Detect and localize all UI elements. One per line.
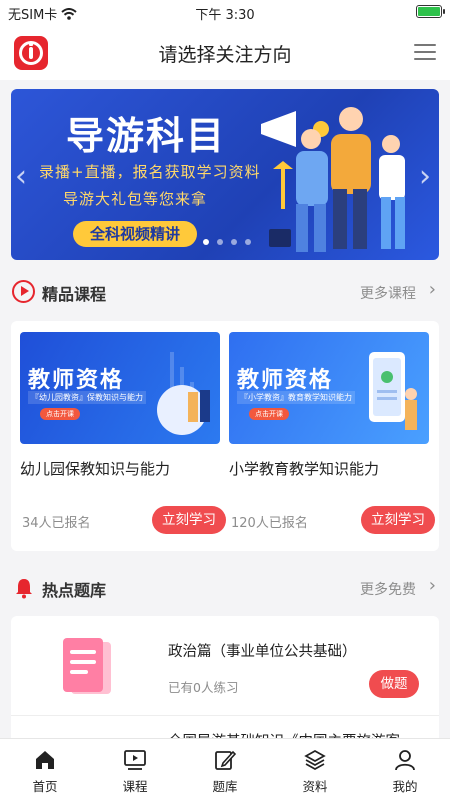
hot-quiz-list: 政治篇（事业单位公共基础） 已有0人练习 做题 全国导游基础知识《中国主要旅游客 [11,616,439,746]
chevron-right-icon[interactable]: › [429,279,436,300]
course-item[interactable]: 教师资格 『小学教资』教育教学知识能力 点击开课 小学教育教学知识能力 120人… [229,332,435,534]
tab-question-bank[interactable]: 题库 [180,739,270,800]
banner-line-2: 导游大礼包等您来拿 [63,190,208,208]
document-icon [63,638,111,694]
user-icon [395,750,415,771]
page-title[interactable]: 请选择关注方向 [0,40,450,67]
tab-materials[interactable]: 资料 [270,739,360,800]
do-quiz-button[interactable]: 做题 [369,670,419,698]
featured-courses-card: 教师资格 『幼儿园教资』保教知识与能力 点击开课 幼儿园保教知识与能力 34人已… [11,321,439,551]
enrolled-count: 34人已报名 [22,516,91,531]
home-icon [36,751,54,769]
video-icon [124,750,146,770]
chevron-right-icon[interactable]: › [429,575,436,596]
quiz-title[interactable]: 政治篇（事业单位公共基础） [168,640,357,661]
course-thumb-tag: 『小学教资』教育教学知识能力 [237,391,355,404]
tab-bar: 首页 课程 题库 资料 我的 [0,738,450,800]
banner-pager[interactable] [203,239,251,245]
pager-dot[interactable] [203,239,209,245]
menu-icon[interactable] [414,44,436,60]
battery-icon [416,5,445,18]
course-name[interactable]: 幼儿园保教知识与能力 [20,458,220,479]
banner-prev-icon[interactable]: ‹ [15,159,27,194]
study-now-button[interactable]: 立刻学习 [152,506,226,534]
tab-label: 课程 [122,779,148,794]
course-thumb-button: 点击开课 [40,408,80,420]
promo-banner[interactable]: 导游科目 录播+直播，报名获取学习资料 导游大礼包等您来拿 全科视频精讲 ‹ › [11,89,439,260]
tab-label: 资料 [302,779,328,794]
featured-title: 精品课程 [42,285,107,304]
more-courses-link[interactable]: 更多课程 [360,283,416,303]
banner-title: 导游科目 [66,114,227,158]
tab-home[interactable]: 首页 [0,739,90,800]
course-name[interactable]: 小学教育教学知识能力 [229,458,429,479]
featured-section-header: 精品课程 更多课程 › [0,271,450,311]
layers-icon [304,750,326,770]
course-thumb-button: 点击开课 [249,408,289,420]
bell-icon [16,579,32,599]
course-thumb-title: 教师资格 [237,368,334,393]
edit-icon [215,750,236,770]
banner-line-1: 录播+直播，报名获取学习资料 [39,163,261,181]
hot-section-header: 热点题库 更多免费 › [0,567,450,607]
enrolled-count: 120人已报名 [231,516,308,531]
study-now-button[interactable]: 立刻学习 [361,506,435,534]
tab-me[interactable]: 我的 [360,739,450,800]
course-thumbnail[interactable]: 教师资格 『幼儿园教资』保教知识与能力 点击开课 [20,332,220,444]
pager-dot[interactable] [231,239,237,245]
pager-dot[interactable] [217,239,223,245]
pager-dot[interactable] [245,239,251,245]
course-thumb-tag: 『幼儿园教资』保教知识与能力 [28,391,146,404]
course-thumb-title: 教师资格 [28,368,125,393]
tab-courses[interactable]: 课程 [90,739,180,800]
course-item[interactable]: 教师资格 『幼儿园教资』保教知识与能力 点击开课 幼儿园保教知识与能力 34人已… [20,332,226,534]
quiz-item[interactable]: 政治篇（事业单位公共基础） 已有0人练习 做题 [11,616,439,716]
status-bar: 无SIM卡 下午 3:30 [0,0,450,24]
nav-bar: 请选择关注方向 [0,24,450,80]
hot-title: 热点题库 [42,581,107,600]
more-free-link[interactable]: 更多免费 [360,579,416,599]
course-thumbnail[interactable]: 教师资格 『小学教资』教育教学知识能力 点击开课 [229,332,429,444]
practice-count: 已有0人练习 [168,680,239,695]
play-icon [12,280,35,303]
banner-next-icon[interactable]: › [419,159,431,194]
tab-label: 首页 [32,779,58,794]
tab-label: 我的 [392,779,418,794]
status-time: 下午 3:30 [195,8,255,23]
tab-label: 题库 [212,779,238,794]
banner-pill: 全科视频精讲 [73,221,197,247]
